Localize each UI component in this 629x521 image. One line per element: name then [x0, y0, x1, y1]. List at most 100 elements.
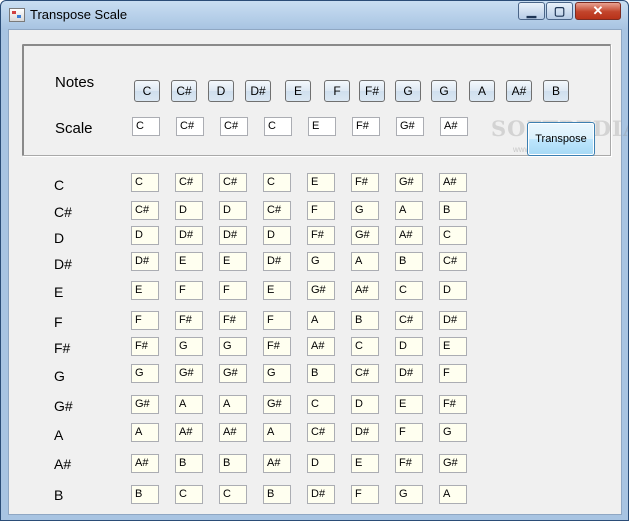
transposed-note-cell[interactable]: D	[351, 395, 379, 414]
transposed-note-cell[interactable]: G#	[307, 281, 335, 300]
transposed-note-cell[interactable]: E	[131, 281, 159, 300]
transposed-note-cell[interactable]: C#	[263, 201, 291, 220]
scale-input[interactable]: A#	[440, 117, 468, 136]
note-button[interactable]: G	[395, 80, 421, 102]
transposed-note-cell[interactable]: G	[395, 485, 423, 504]
transposed-note-cell[interactable]: G	[439, 423, 467, 442]
note-button[interactable]: G	[431, 80, 457, 102]
transposed-note-cell[interactable]: A	[263, 423, 291, 442]
note-button[interactable]: B	[543, 80, 569, 102]
close-button[interactable]: ✕	[575, 2, 621, 20]
transposed-note-cell[interactable]: F#	[175, 311, 203, 330]
transposed-note-cell[interactable]: C#	[439, 252, 467, 271]
transposed-note-cell[interactable]: E	[307, 173, 335, 192]
transposed-note-cell[interactable]: B	[219, 454, 247, 473]
transposed-note-cell[interactable]: B	[351, 311, 379, 330]
transposed-note-cell[interactable]: F	[395, 423, 423, 442]
transposed-note-cell[interactable]: D	[439, 281, 467, 300]
scale-input[interactable]: C#	[176, 117, 204, 136]
transposed-note-cell[interactable]: F#	[219, 311, 247, 330]
transposed-note-cell[interactable]: C	[439, 226, 467, 245]
transposed-note-cell[interactable]: G#	[131, 395, 159, 414]
note-button[interactable]: C#	[171, 80, 197, 102]
transposed-note-cell[interactable]: G	[219, 337, 247, 356]
transposed-note-cell[interactable]: D#	[219, 226, 247, 245]
transposed-note-cell[interactable]: A	[439, 485, 467, 504]
note-button[interactable]: F#	[359, 80, 385, 102]
note-button[interactable]: C	[134, 80, 160, 102]
transposed-note-cell[interactable]: D#	[395, 364, 423, 383]
transposed-note-cell[interactable]: A	[131, 423, 159, 442]
transposed-note-cell[interactable]: A	[219, 395, 247, 414]
transposed-note-cell[interactable]: F#	[307, 226, 335, 245]
transposed-note-cell[interactable]: G	[307, 252, 335, 271]
transposed-note-cell[interactable]: C	[395, 281, 423, 300]
transposed-note-cell[interactable]: F	[131, 311, 159, 330]
transposed-note-cell[interactable]: F	[263, 311, 291, 330]
transposed-note-cell[interactable]: G	[175, 337, 203, 356]
transposed-note-cell[interactable]: F#	[131, 337, 159, 356]
transposed-note-cell[interactable]: C	[351, 337, 379, 356]
transposed-note-cell[interactable]: B	[131, 485, 159, 504]
note-button[interactable]: F	[324, 80, 350, 102]
transposed-note-cell[interactable]: G#	[351, 226, 379, 245]
transposed-note-cell[interactable]: G#	[395, 173, 423, 192]
app-icon[interactable]	[9, 8, 25, 22]
transposed-note-cell[interactable]: E	[263, 281, 291, 300]
transposed-note-cell[interactable]: D#	[263, 252, 291, 271]
transposed-note-cell[interactable]: F	[175, 281, 203, 300]
transposed-note-cell[interactable]: A#	[307, 337, 335, 356]
transposed-note-cell[interactable]: D#	[175, 226, 203, 245]
transposed-note-cell[interactable]: E	[351, 454, 379, 473]
transposed-note-cell[interactable]: F	[307, 201, 335, 220]
transposed-note-cell[interactable]: A#	[263, 454, 291, 473]
transposed-note-cell[interactable]: D#	[307, 485, 335, 504]
transposed-note-cell[interactable]: A	[395, 201, 423, 220]
scale-input[interactable]: F#	[352, 117, 380, 136]
transposed-note-cell[interactable]: C	[131, 173, 159, 192]
transposed-note-cell[interactable]: G	[131, 364, 159, 383]
transposed-note-cell[interactable]: A#	[219, 423, 247, 442]
transposed-note-cell[interactable]: F#	[395, 454, 423, 473]
transposed-note-cell[interactable]: D	[307, 454, 335, 473]
transposed-note-cell[interactable]: E	[395, 395, 423, 414]
note-button[interactable]: D	[208, 80, 234, 102]
transpose-button[interactable]: Transpose	[527, 122, 595, 156]
transposed-note-cell[interactable]: G#	[219, 364, 247, 383]
transposed-note-cell[interactable]: F	[351, 485, 379, 504]
transposed-note-cell[interactable]: D#	[351, 423, 379, 442]
transposed-note-cell[interactable]: C#	[131, 201, 159, 220]
transposed-note-cell[interactable]: F#	[263, 337, 291, 356]
scale-input[interactable]: C	[132, 117, 160, 136]
transposed-note-cell[interactable]: C	[307, 395, 335, 414]
transposed-note-cell[interactable]: F#	[439, 395, 467, 414]
transposed-note-cell[interactable]: A#	[395, 226, 423, 245]
transposed-note-cell[interactable]: D#	[439, 311, 467, 330]
transposed-note-cell[interactable]: C#	[307, 423, 335, 442]
transposed-note-cell[interactable]: A	[351, 252, 379, 271]
maximize-button[interactable]: ▢	[546, 2, 573, 20]
transposed-note-cell[interactable]: C	[263, 173, 291, 192]
note-button[interactable]: E	[285, 80, 311, 102]
transposed-note-cell[interactable]: A	[175, 395, 203, 414]
transposed-note-cell[interactable]: B	[307, 364, 335, 383]
transposed-note-cell[interactable]: A	[307, 311, 335, 330]
scale-input[interactable]: C#	[220, 117, 248, 136]
transposed-note-cell[interactable]: A#	[351, 281, 379, 300]
transposed-note-cell[interactable]: G#	[439, 454, 467, 473]
transposed-note-cell[interactable]: A#	[131, 454, 159, 473]
transposed-note-cell[interactable]: G	[351, 201, 379, 220]
transposed-note-cell[interactable]: G	[263, 364, 291, 383]
transposed-note-cell[interactable]: D	[219, 201, 247, 220]
transposed-note-cell[interactable]: G#	[263, 395, 291, 414]
transposed-note-cell[interactable]: B	[175, 454, 203, 473]
transposed-note-cell[interactable]: C#	[219, 173, 247, 192]
minimize-button[interactable]: ▁	[518, 2, 545, 20]
transposed-note-cell[interactable]: C#	[351, 364, 379, 383]
transposed-note-cell[interactable]: G#	[175, 364, 203, 383]
transposed-note-cell[interactable]: D#	[131, 252, 159, 271]
transposed-note-cell[interactable]: B	[439, 201, 467, 220]
transposed-note-cell[interactable]: E	[219, 252, 247, 271]
transposed-note-cell[interactable]: F	[219, 281, 247, 300]
transposed-note-cell[interactable]: A#	[439, 173, 467, 192]
